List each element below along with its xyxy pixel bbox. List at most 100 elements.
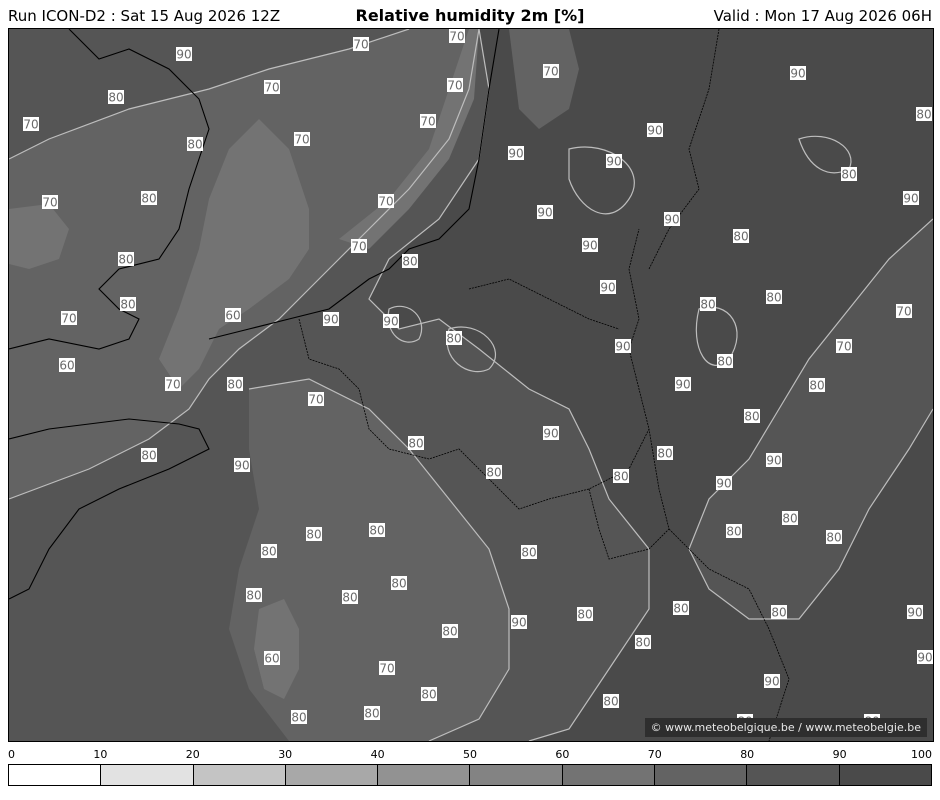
contour-label-text: 80 (421, 688, 436, 702)
contour-label: 70 (353, 37, 369, 52)
contour-label-text: 90 (764, 675, 779, 689)
contour-label-text: 80 (782, 512, 797, 526)
humidity-map: 70 70 90 70 90 70 70 80 70 70 90 80 80 70 90 90 80 80 70 70… (8, 28, 934, 742)
contour-label: 90 (664, 212, 680, 227)
contour-label: 70 (308, 392, 324, 407)
contour-label-text: 80 (446, 332, 461, 346)
contour-label-text: 70 (447, 79, 462, 93)
contour-label: 80 (603, 694, 619, 709)
contour-label-text: 80 (717, 355, 732, 369)
contour-label: 80 (635, 635, 651, 650)
contour-label-text: 80 (486, 466, 501, 480)
contour-label-text: 90 (383, 315, 398, 329)
contour-label-text: 80 (364, 707, 379, 721)
contour-label: 80 (486, 465, 502, 480)
contour-label-text: 80 (227, 378, 242, 392)
contour-label-text: 80 (700, 298, 715, 312)
contour-label: 70 (294, 132, 310, 147)
contour-label-text: 70 (420, 115, 435, 129)
contour-label: 90 (716, 476, 732, 491)
legend-tick-label: 10 (93, 748, 108, 761)
contour-label-text: 70 (42, 196, 57, 210)
contour-label: 90 (600, 280, 616, 295)
legend-tick-label: 50 (463, 748, 477, 761)
contour-label-text: 90 (543, 427, 558, 441)
contour-label-text: 80 (187, 138, 202, 152)
contour-label-text: 90 (176, 48, 191, 62)
color-legend: 0 10 20 30 40 50 60 70 80 90 100 (8, 746, 932, 796)
contour-label: 70 (447, 78, 463, 93)
contour-label-text: 70 (379, 662, 394, 676)
contour-label-text: 80 (841, 168, 856, 182)
legend-tick-label: 70 (647, 748, 662, 761)
legend-swatch (285, 765, 379, 785)
legend-tick-label: 60 (555, 748, 570, 761)
contour-label: 70 (23, 117, 39, 132)
contour-label-text: 80 (442, 625, 457, 639)
contour-label: 90 (647, 123, 663, 138)
contour-label: 80 (369, 523, 385, 538)
contour-label-text: 80 (771, 606, 786, 620)
contour-label-text: 90 (606, 155, 621, 169)
map-canvas: 70 70 90 70 90 70 70 80 70 70 90 80 80 70 90 90 80 80 70 70… (9, 29, 933, 741)
contour-label-text: 80 (118, 253, 133, 267)
contour-label-text: 90 (600, 281, 615, 295)
contour-label: 90 (176, 47, 192, 62)
contour-label: 80 (446, 331, 462, 346)
legend-swatch (839, 765, 931, 785)
contour-label: 80 (291, 710, 307, 725)
contour-label: 90 (543, 426, 559, 441)
contour-label-text: 80 (603, 695, 618, 709)
contour-label: 80 (809, 378, 825, 393)
contour-label: 90 (764, 674, 780, 689)
contour-label: 90 (615, 339, 631, 354)
legend-color-bar (8, 764, 932, 786)
contour-label: 70 (42, 195, 58, 210)
contour-label-text: 70 (836, 340, 851, 354)
contour-label: 80 (700, 297, 716, 312)
contour-label-text: 60 (225, 309, 240, 323)
contour-label-text: 80 (744, 410, 759, 424)
contour-label: 80 (118, 252, 134, 267)
contour-label: 80 (916, 107, 932, 122)
contour-label: 90 (234, 458, 250, 473)
contour-label-text: 80 (391, 577, 406, 591)
contour-label-text: 70 (308, 393, 323, 407)
contour-label-text: 90 (234, 459, 249, 473)
contour-label: 90 (511, 615, 527, 630)
legend-tick-labels: 0 10 20 30 40 50 60 70 80 90 100 (8, 746, 932, 762)
contour-label: 80 (402, 254, 418, 269)
contour-label: 80 (342, 590, 358, 605)
contour-label: 70 (61, 311, 77, 326)
contour-label-text: 70 (165, 378, 180, 392)
contour-label: 80 (306, 527, 322, 542)
contour-label: 80 (391, 576, 407, 591)
contour-label: 80 (364, 706, 380, 721)
contour-label-text: 80 (141, 192, 156, 206)
contour-label-text: 90 (511, 616, 526, 630)
contour-label-text: 90 (716, 477, 731, 491)
contour-label-text: 90 (675, 378, 690, 392)
legend-tick-label: 80 (740, 748, 755, 761)
contour-label-text: 80 (726, 525, 741, 539)
contour-label: 70 (378, 194, 394, 209)
contour-label-text: 80 (261, 545, 276, 559)
contour-label: 70 (449, 29, 465, 44)
contour-label: 90 (917, 650, 933, 665)
contour-label: 80 (442, 624, 458, 639)
contour-label: 90 (383, 314, 399, 329)
contour-label-text: 70 (378, 195, 393, 209)
contour-label-text: 80 (577, 608, 592, 622)
contour-label-text: 90 (582, 239, 597, 253)
contour-label: 80 (826, 530, 842, 545)
contour-label-text: 80 (521, 546, 536, 560)
contour-label: 70 (896, 304, 912, 319)
credit-notice: © www.meteobelgique.be / www.meteobelgie… (644, 718, 927, 737)
legend-swatch (747, 765, 840, 785)
contour-label: 70 (351, 239, 367, 254)
legend-tick-label: 20 (185, 748, 200, 761)
contour-label-text: 90 (615, 340, 630, 354)
contour-label: 70 (420, 114, 436, 129)
legend-swatch (101, 765, 194, 785)
contour-label: 80 (120, 297, 136, 312)
